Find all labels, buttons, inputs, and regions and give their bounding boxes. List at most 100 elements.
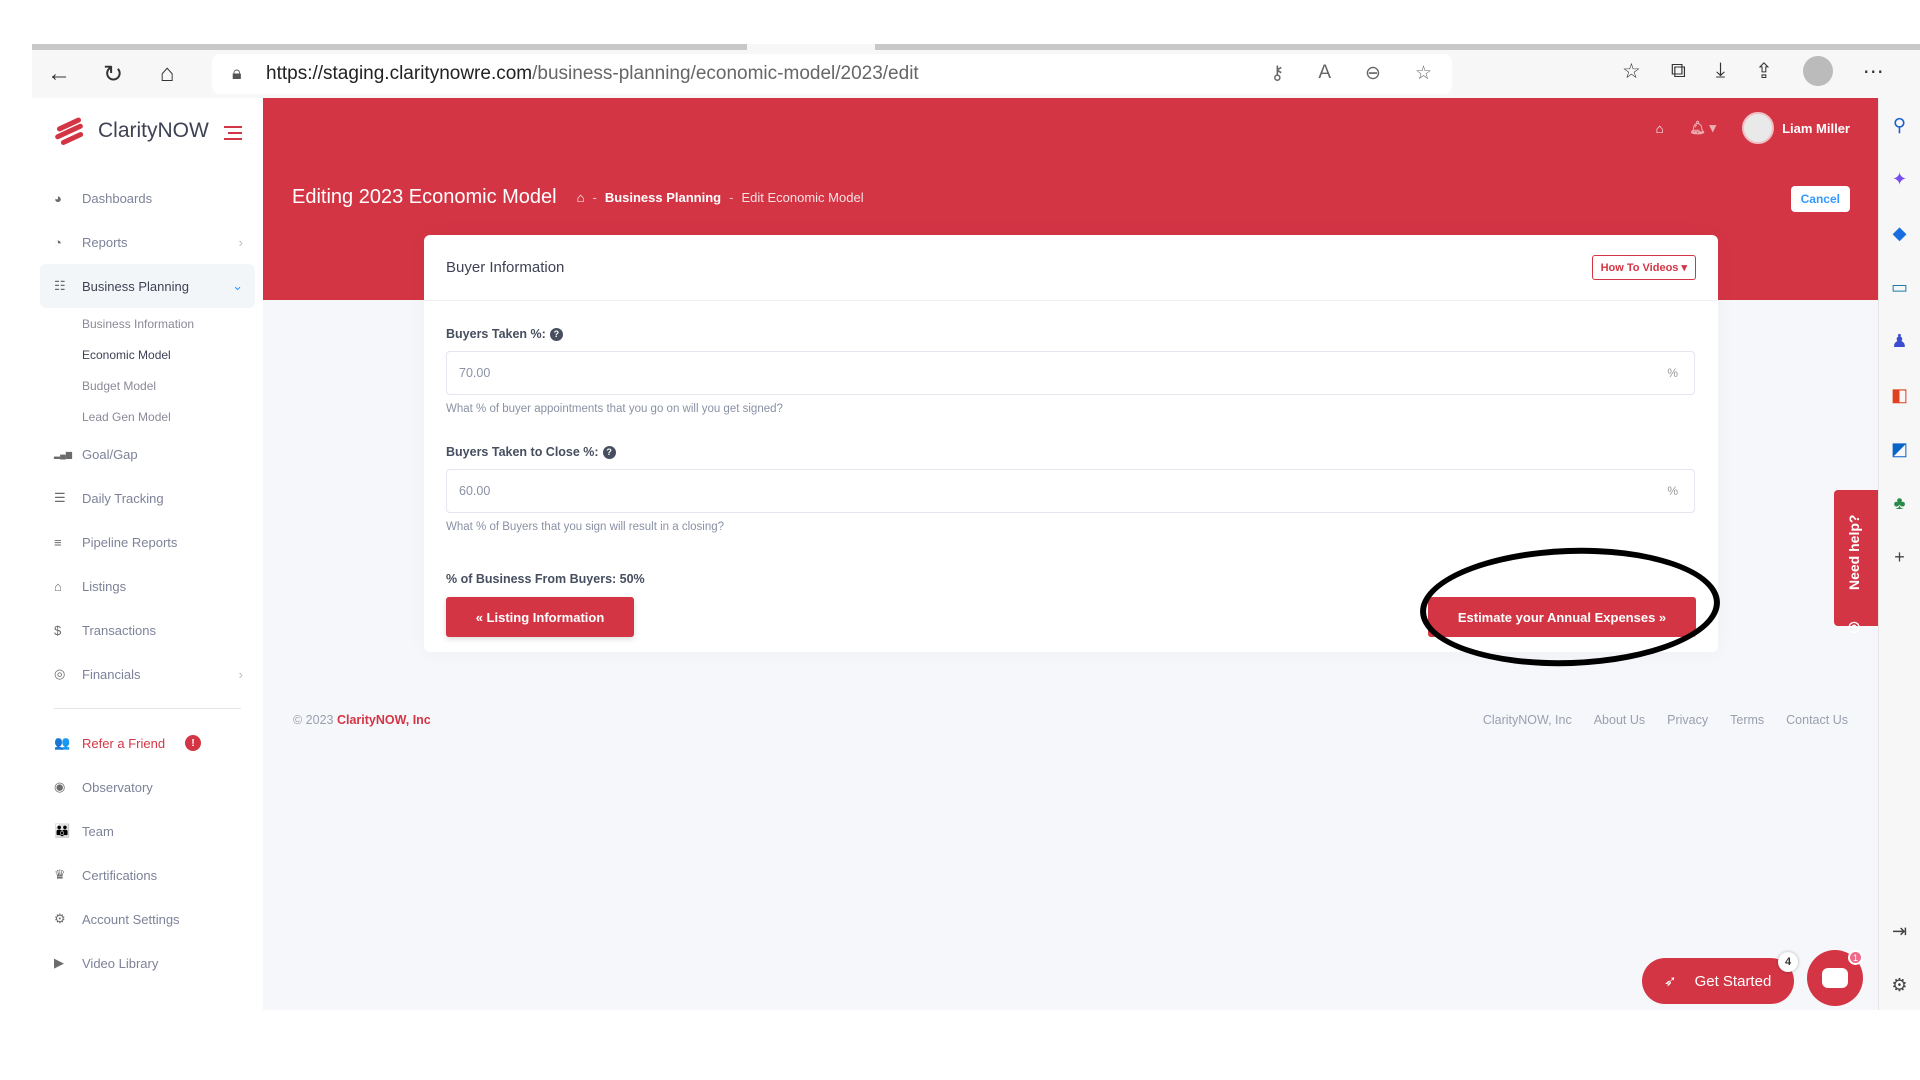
sidebar-subitem-business-information[interactable]: Business Information — [40, 308, 255, 339]
home-icon[interactable]: ⌂ — [1656, 121, 1664, 136]
collections-icon[interactable]: ⧉ — [1671, 59, 1686, 83]
add-icon[interactable]: + — [1879, 530, 1920, 584]
home-icon[interactable]: ⌂ — [140, 54, 194, 94]
url-host: https://staging.claritynowre.com — [266, 63, 533, 84]
user-menu[interactable]: Liam Miller — [1742, 112, 1850, 144]
help-icon[interactable]: ? — [549, 327, 563, 341]
sidebar-item-team[interactable]: 👪 Team — [40, 809, 255, 853]
sidebar-item-observatory[interactable]: ◉ Observatory — [40, 765, 255, 809]
sidebar-item-transactions[interactable]: $ Transactions — [40, 608, 255, 652]
lock-icon[interactable]: 🔒︎ — [232, 63, 242, 84]
get-started-badge: 4 — [1778, 952, 1798, 972]
play-icon: ▶ — [54, 955, 64, 970]
card-title: Buyer Information — [446, 259, 565, 276]
sidebar-item-label: Transactions — [82, 622, 156, 638]
tree-icon[interactable]: ♣ — [1879, 476, 1920, 530]
page-title: Editing 2023 Economic Model — [292, 186, 557, 208]
more-icon[interactable]: ⋯ — [1863, 59, 1884, 84]
zoom-out-icon[interactable]: ⊖ — [1365, 62, 1381, 85]
listing-information-button[interactable]: « Listing Information — [446, 597, 634, 637]
sidebar-item-goal-gap[interactable]: ▂▄▆ Goal/Gap — [40, 432, 255, 476]
favorites-icon[interactable]: ☆ — [1622, 59, 1641, 84]
sidebar-item-financials[interactable]: ◎ Financials › — [40, 652, 255, 696]
avatar — [1742, 112, 1775, 144]
sidebar-subitem-budget-model[interactable]: Budget Model — [40, 370, 255, 401]
cancel-button[interactable]: Cancel — [1790, 186, 1850, 212]
office-icon[interactable]: ◧ — [1879, 368, 1920, 422]
chat-button[interactable]: 1 — [1807, 950, 1863, 1006]
sidebar-item-daily-tracking[interactable]: ☰ Daily Tracking — [40, 476, 255, 520]
sidebar-item-label: Financials — [82, 666, 141, 682]
sidebar-item-refer-a-friend[interactable]: 👥 Refer a Friend! — [40, 721, 255, 765]
coins-icon: ◎ — [54, 666, 66, 681]
sidebar-subitem-lead-gen-model[interactable]: Lead Gen Model — [40, 401, 255, 432]
footer-link-about[interactable]: About Us — [1594, 713, 1645, 727]
menu-toggle-icon[interactable] — [224, 126, 242, 144]
games-icon[interactable]: ♟ — [1879, 314, 1920, 368]
sidebar-collapse-icon[interactable]: ⇥ — [1879, 904, 1920, 958]
search-icon[interactable]: ⚲ — [1879, 98, 1920, 152]
profile-icon[interactable] — [1802, 56, 1833, 86]
sidebar-item-dashboards[interactable]: ◕ Dashboards — [40, 176, 255, 220]
percent-suffix: % — [1667, 484, 1678, 498]
outlook-icon[interactable]: ◩ — [1879, 422, 1920, 476]
checklist-icon: ☷ — [54, 278, 66, 293]
breadcrumb-home-icon[interactable]: ⌂ — [577, 190, 585, 205]
sidebar-divider — [54, 708, 241, 709]
input-value: 60.00 — [459, 484, 491, 498]
tools-icon[interactable]: ▭ — [1879, 260, 1920, 314]
buyers-taken-input[interactable]: 70.00% — [446, 351, 1695, 395]
copilot-icon[interactable]: ✦ — [1879, 152, 1920, 206]
notifications-icon[interactable]: 🔔︎ ▾ — [1689, 120, 1716, 136]
gear-icon[interactable]: ⚙ — [1879, 958, 1920, 1012]
sidebar-item-pipeline-reports[interactable]: ≡ Pipeline Reports — [40, 520, 255, 564]
footer-link-privacy[interactable]: Privacy — [1667, 713, 1708, 727]
sidebar-item-listings[interactable]: ⌂ Listings — [40, 564, 255, 608]
chevron-down-icon: ⌄ — [232, 278, 243, 293]
share-icon[interactable]: ⇪ — [1755, 59, 1773, 84]
downloads-icon[interactable]: ⤓ — [1716, 59, 1725, 83]
footer-link-claritynow[interactable]: ClarityNOW, Inc — [1483, 713, 1572, 727]
footer-brand-link[interactable]: ClarityNOW, Inc — [337, 713, 431, 727]
back-icon[interactable]: ← — [32, 54, 86, 94]
add-favorite-icon[interactable]: ☆ — [1415, 62, 1432, 85]
need-help-label: Need help? — [1846, 514, 1862, 590]
footer-link-terms[interactable]: Terms — [1730, 713, 1764, 727]
field-label: Buyers Taken to Close %: — [446, 445, 599, 459]
edge-spacer — [1879, 584, 1920, 904]
sidebar-subitem-economic-model[interactable]: Economic Model — [40, 339, 255, 370]
sidebar-item-video-library[interactable]: ▶ Video Library — [40, 941, 255, 985]
signal-bars-icon: ▂▄▆ — [54, 449, 72, 459]
sidebar-item-label: Business Planning — [82, 278, 189, 294]
sidebar-item-label: Certifications — [82, 867, 158, 883]
field-label: Buyers Taken %: — [446, 327, 546, 341]
refresh-icon[interactable]: ↻ — [86, 54, 140, 94]
sidebar-item-reports[interactable]: ◔ Reports › — [40, 220, 255, 264]
key-icon[interactable]: ⚷ — [1270, 62, 1284, 85]
sidebar-item-certifications[interactable]: ♛ Certifications — [40, 853, 255, 897]
address-bar[interactable]: 🔒︎ https://staging.claritynowre.com/busi… — [212, 54, 1452, 94]
eye-icon: ◉ — [54, 779, 66, 794]
footer-link-contact[interactable]: Contact Us — [1786, 713, 1848, 727]
chat-badge: 1 — [1848, 950, 1863, 965]
percent-suffix: % — [1667, 366, 1678, 380]
logo[interactable]: ClarityNOW — [54, 116, 209, 146]
logo-mark-icon — [54, 116, 92, 146]
read-aloud-icon[interactable]: A — [1318, 62, 1331, 85]
sidebar-item-business-planning[interactable]: ☷ Business Planning ⌄ — [40, 264, 255, 308]
user-name: Liam Miller — [1782, 120, 1850, 136]
how-to-videos-dropdown[interactable]: How To Videos ▾ — [1591, 255, 1696, 280]
breadcrumb: ⌂ - Business Planning - Edit Economic Mode… — [576, 190, 864, 205]
breadcrumb-business-planning[interactable]: Business Planning — [605, 190, 721, 205]
gear-icon: ⚙ — [54, 911, 66, 926]
sidebar-item-account-settings[interactable]: ⚙ Account Settings — [40, 897, 255, 941]
sidebar: ClarityNOW ◕ Dashboards ◔ Reports › ☷ Busine… — [32, 98, 263, 1010]
get-started-button[interactable]: ➶ Get Started 4 — [1642, 952, 1798, 1004]
list-icon: ☰ — [54, 490, 66, 505]
dashboard-icon: ◕ — [54, 190, 62, 206]
field-help-text: What % of Buyers that you sign will resu… — [446, 521, 725, 533]
need-help-tab[interactable]: Need help? ◎ — [1834, 490, 1878, 634]
buyers-taken-to-close-input[interactable]: 60.00% — [446, 469, 1695, 513]
shopping-tag-icon[interactable]: ◆ — [1879, 206, 1920, 260]
help-icon[interactable]: ? — [602, 445, 616, 459]
